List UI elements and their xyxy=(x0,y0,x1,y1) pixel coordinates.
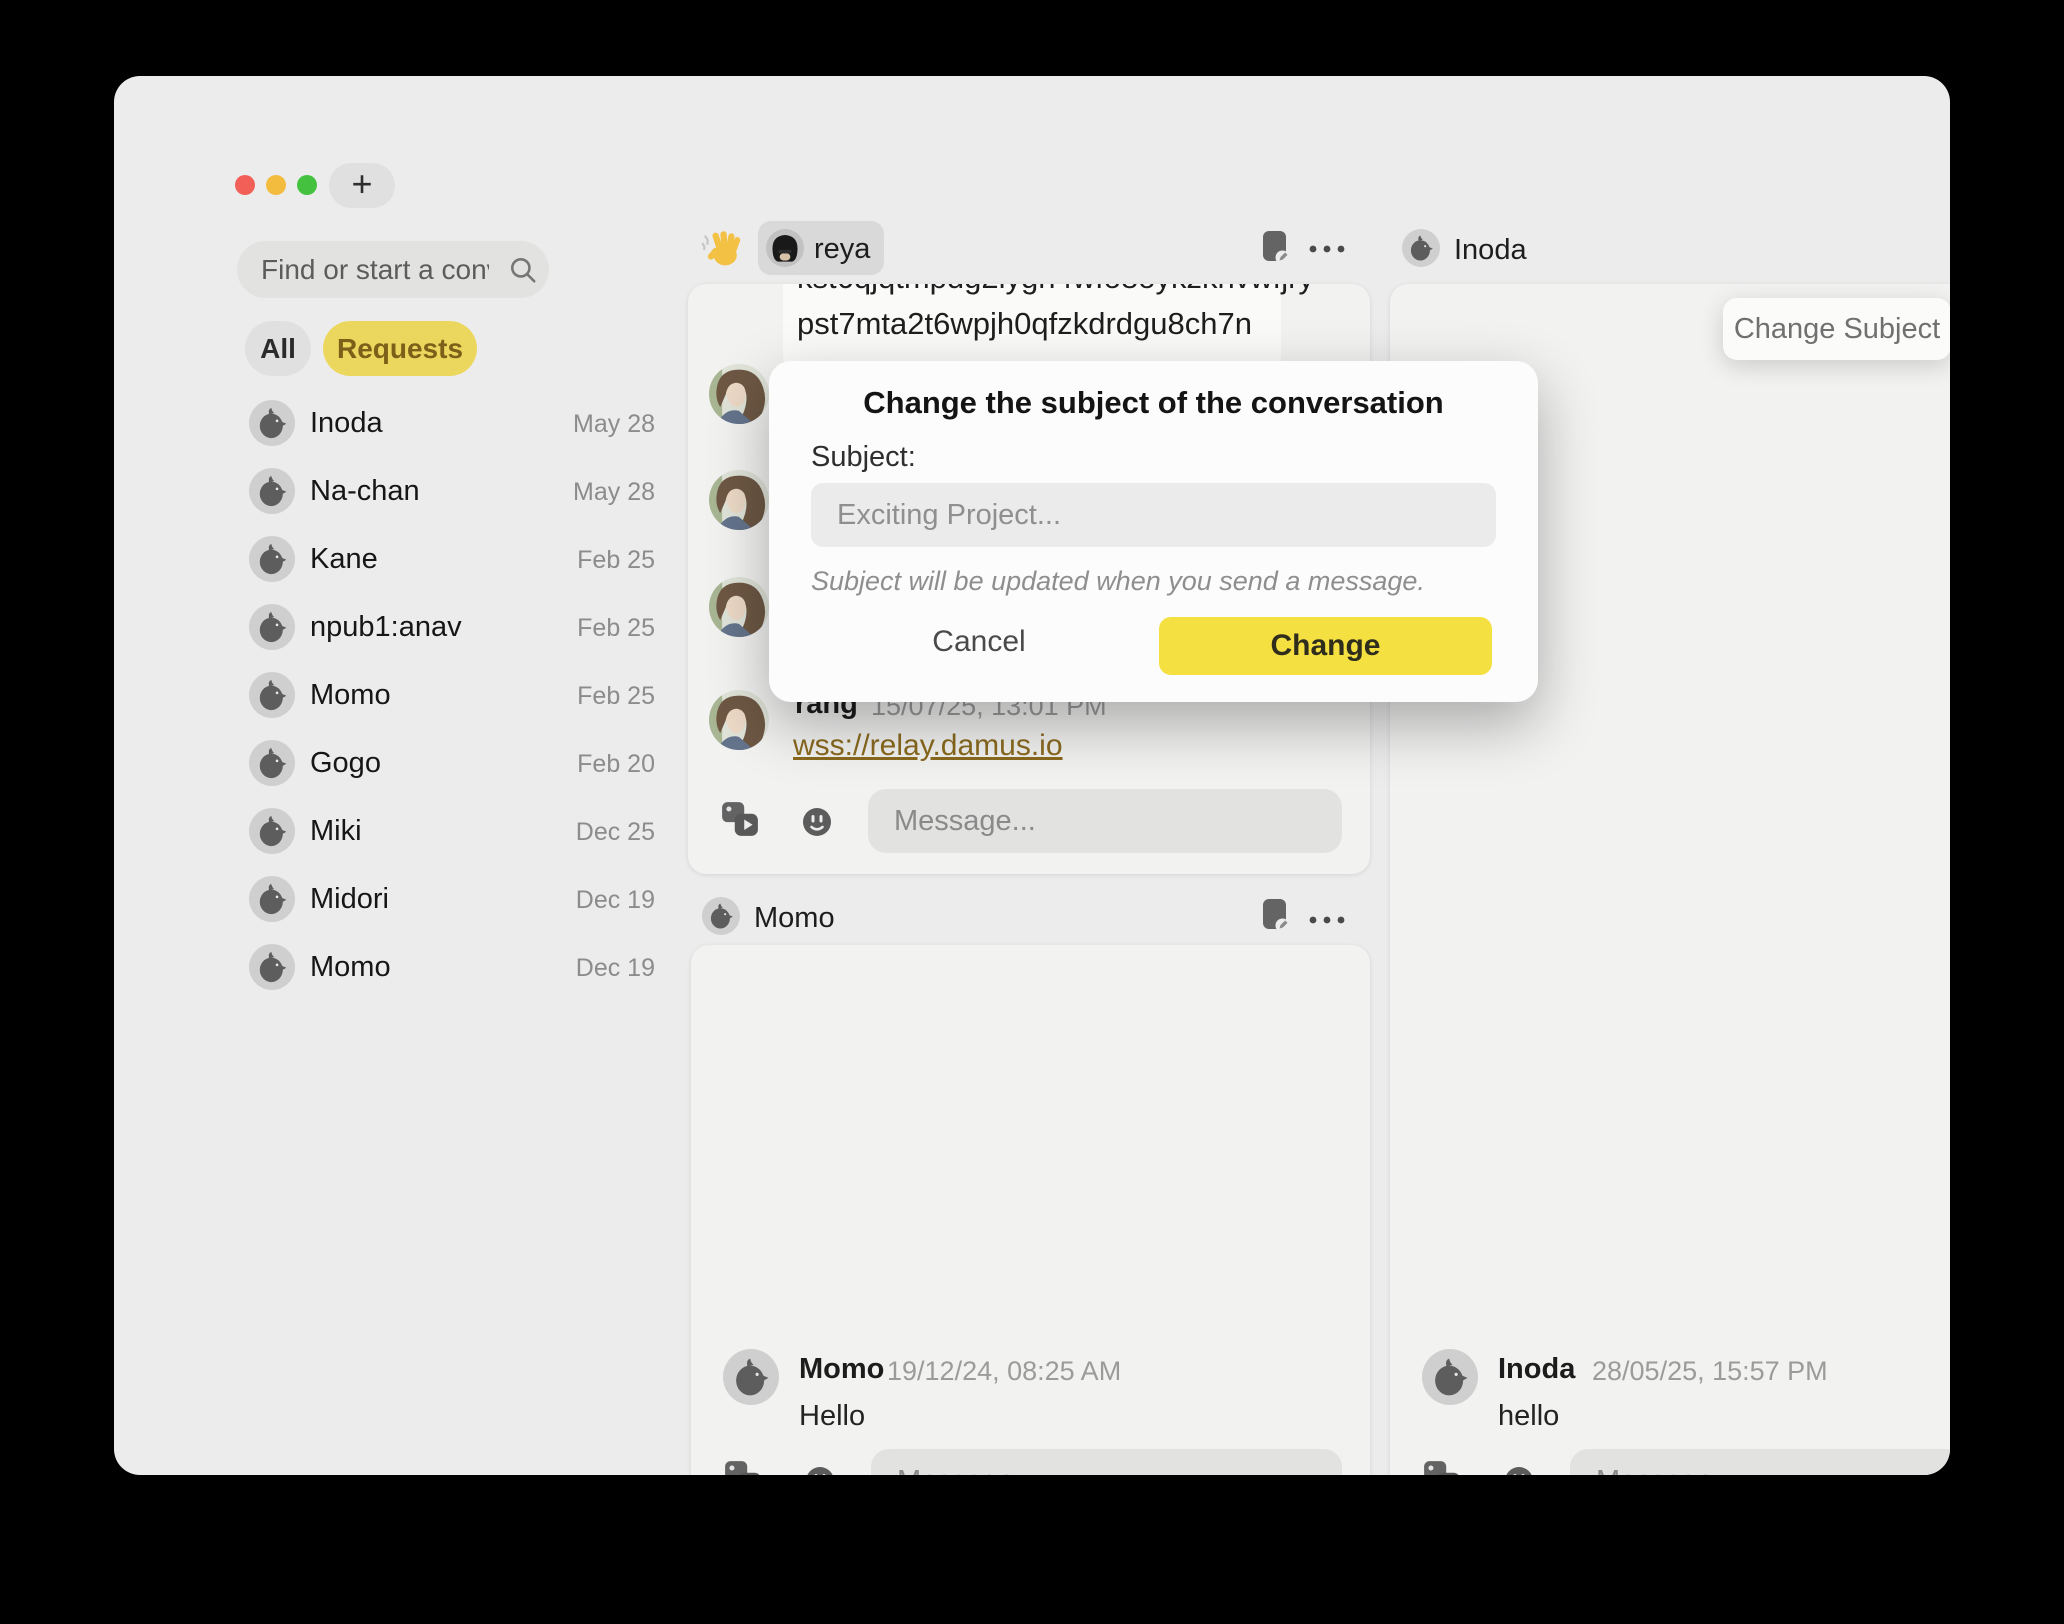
cancel-button[interactable]: Cancel xyxy=(919,625,1039,659)
momo-message-avatar xyxy=(723,1349,779,1405)
attach-media-icon[interactable] xyxy=(720,800,760,843)
conversation-avatar xyxy=(249,400,295,446)
conversation-avatar xyxy=(249,468,295,514)
relay-link[interactable]: wss://relay.damus.io xyxy=(793,729,1063,763)
app-window: + All Requests Inoda May 28 Na-chan May 28 K… xyxy=(114,76,1950,1475)
momo-panel-title: Momo xyxy=(754,902,835,935)
conversation-name: Kane xyxy=(310,543,378,576)
message-avatar xyxy=(709,577,769,637)
reya-more-options-icon[interactable] xyxy=(1308,244,1346,254)
conversation-date: Dec 19 xyxy=(576,886,655,915)
message-sender: Inoda xyxy=(1498,1353,1575,1386)
attach-media-icon[interactable] xyxy=(1422,1459,1462,1475)
reya-avatar xyxy=(766,229,804,267)
conversation-name: Gogo xyxy=(310,747,381,780)
conversation-date: Feb 25 xyxy=(577,682,655,711)
message-text: hello xyxy=(1498,1400,1559,1433)
inoda-header-avatar xyxy=(1402,229,1440,267)
inoda-panel-title: Inoda xyxy=(1454,234,1527,267)
conversation-name: Midori xyxy=(310,883,389,916)
message-sender: Momo xyxy=(799,1353,884,1386)
momo-header-avatar xyxy=(702,897,740,935)
conversation-avatar xyxy=(249,536,295,582)
dialog-title: Change the subject of the conversation xyxy=(769,385,1538,421)
conversation-name: Na-chan xyxy=(310,475,420,508)
conversation-avatar xyxy=(249,672,295,718)
conversation-avatar xyxy=(249,876,295,922)
conversation-avatar xyxy=(249,808,295,854)
new-conversation-button[interactable]: + xyxy=(329,163,395,208)
conversation-date: May 28 xyxy=(573,410,655,439)
momo-more-options-icon[interactable] xyxy=(1308,912,1346,930)
filter-tab-all[interactable]: All xyxy=(245,321,311,376)
message-text: Hello xyxy=(799,1400,865,1433)
subject-helper-text: Subject will be updated when you send a … xyxy=(811,566,1425,597)
subject-input[interactable] xyxy=(811,483,1496,547)
message-avatar xyxy=(709,470,769,530)
conversation-date: Feb 25 xyxy=(577,546,655,575)
npub-text-clipped: kst6qjqtmpdg2lygh4wfo8oykzkhvwfjry xyxy=(797,284,1314,296)
conversation-name: Inoda xyxy=(310,407,383,440)
minimize-window-button[interactable] xyxy=(266,175,286,195)
conversation-date: Dec 19 xyxy=(576,954,655,983)
emoji-picker-icon[interactable] xyxy=(1502,1464,1536,1475)
inoda-message-avatar xyxy=(1422,1349,1478,1405)
conversation-date: Dec 25 xyxy=(576,818,655,847)
message-input[interactable] xyxy=(868,789,1342,853)
conversation-row[interactable]: Inoda May 28 xyxy=(237,392,657,454)
screen: + All Requests Inoda May 28 Na-chan May 28 K… xyxy=(0,0,2064,1624)
momo-chat-panel: Momo 19/12/24, 08:25 AM Hello xyxy=(691,945,1370,1475)
zoom-window-button[interactable] xyxy=(297,175,317,195)
conversation-name: Momo xyxy=(310,679,391,712)
conversation-row[interactable]: Momo Dec 19 xyxy=(237,936,657,998)
conversation-avatar xyxy=(249,604,295,650)
attach-media-icon[interactable] xyxy=(723,1459,763,1475)
conversation-avatar xyxy=(249,944,295,990)
reya-panel-title: reya xyxy=(814,233,870,266)
momo-change-subject-icon[interactable] xyxy=(1260,897,1290,938)
conversation-row[interactable]: Midori Dec 19 xyxy=(237,868,657,930)
change-subject-dialog: Change the subject of the conversation S… xyxy=(769,361,1538,702)
message-input[interactable] xyxy=(1570,1449,1950,1475)
search-icon xyxy=(508,255,538,290)
message-avatar xyxy=(709,364,769,424)
conversation-row[interactable]: Kane Feb 25 xyxy=(237,528,657,590)
conversation-date: May 28 xyxy=(573,478,655,507)
change-subject-tooltip: Change Subject xyxy=(1723,298,1950,360)
conversation-name: Momo xyxy=(310,951,391,984)
conversation-row[interactable]: npub1:anav Feb 25 xyxy=(237,596,657,658)
npub-text: pst7mta2t6wpjh0qfzkdrdgu8ch7n xyxy=(797,306,1252,342)
close-window-button[interactable] xyxy=(235,175,255,195)
message-avatar xyxy=(709,690,769,750)
conversation-row[interactable]: Na-chan May 28 xyxy=(237,460,657,522)
change-button[interactable]: Change xyxy=(1159,617,1492,675)
conversation-date: Feb 20 xyxy=(577,750,655,779)
wave-emoji-icon xyxy=(699,227,741,274)
emoji-picker-icon[interactable] xyxy=(800,805,834,844)
message-timestamp: 28/05/25, 15:57 PM xyxy=(1592,1356,1828,1387)
filter-tab-requests[interactable]: Requests xyxy=(323,321,477,376)
conversation-avatar xyxy=(249,740,295,786)
message-input[interactable] xyxy=(871,1449,1342,1475)
conversation-name: npub1:anav xyxy=(310,611,462,644)
emoji-picker-icon[interactable] xyxy=(803,1464,837,1475)
conversation-name: Miki xyxy=(310,815,362,848)
reya-change-subject-icon[interactable] xyxy=(1260,229,1290,270)
conversation-row[interactable]: Miki Dec 25 xyxy=(237,800,657,862)
reya-conversation-pill[interactable]: reya xyxy=(758,221,884,275)
conversation-date: Feb 25 xyxy=(577,614,655,643)
conversation-row[interactable]: Gogo Feb 20 xyxy=(237,732,657,794)
subject-label: Subject: xyxy=(811,441,916,474)
conversation-row[interactable]: Momo Feb 25 xyxy=(237,664,657,726)
message-timestamp: 19/12/24, 08:25 AM xyxy=(887,1356,1121,1387)
search-input[interactable] xyxy=(237,241,549,298)
